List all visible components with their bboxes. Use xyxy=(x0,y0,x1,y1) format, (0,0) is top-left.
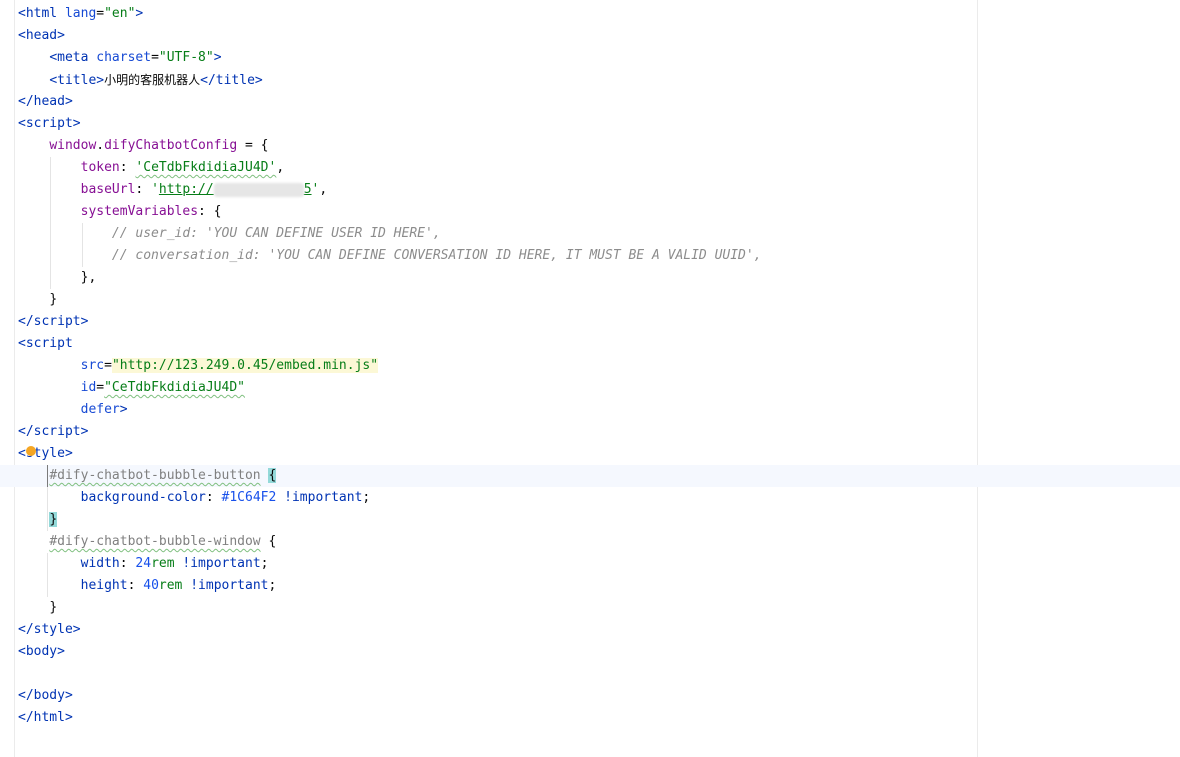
comment: // conversation_id: 'YOU CAN DEFINE CONV… xyxy=(111,248,762,263)
code-line-9[interactable]: baseUrl: 'http://5', xyxy=(18,179,1180,201)
comment: // user_id: 'YOU CAN DEFINE USER ID HERE… xyxy=(111,226,441,241)
code-line-20[interactable]: </script> xyxy=(18,421,1180,443)
indent-guide xyxy=(50,267,51,289)
indent-guide xyxy=(47,575,48,597)
code-line-23[interactable]: background-color: #1C64F2 !important; xyxy=(18,487,1180,509)
id-string: "CeTdbFkdidiaJU4D" xyxy=(104,380,245,395)
indent-guide xyxy=(50,201,51,223)
code-line-32[interactable]: </body> xyxy=(18,685,1180,707)
code-line-30[interactable]: <body> xyxy=(18,641,1180,663)
code-line-12[interactable]: // conversation_id: 'YOU CAN DEFINE CONV… xyxy=(18,245,1180,267)
code-line-16[interactable]: <script xyxy=(18,333,1180,355)
code-line-29[interactable]: </style> xyxy=(18,619,1180,641)
code-line-4[interactable]: <title>小明的客服机器人</title> xyxy=(18,69,1180,91)
indent-guide xyxy=(82,223,83,245)
code-line-27[interactable]: height: 40rem !important; xyxy=(18,575,1180,597)
code-line-8[interactable]: token: 'CeTdbFkdidiaJU4D', xyxy=(18,157,1180,179)
code-line-2[interactable]: <head> xyxy=(18,25,1180,47)
redacted-url-segment xyxy=(213,182,304,197)
indent-guide xyxy=(82,245,83,267)
indent-guide xyxy=(50,179,51,201)
base-url-link[interactable]: http:// xyxy=(159,182,214,197)
code-line-15[interactable]: </script> xyxy=(18,311,1180,333)
css-selector: #dify-chatbot-bubble-button xyxy=(49,468,261,483)
indent-guide xyxy=(47,487,48,509)
code-editor[interactable]: <html lang="en"> <head> <meta charset="U… xyxy=(0,3,1180,729)
code-line-31[interactable] xyxy=(18,663,1180,685)
warning-dot-icon[interactable] xyxy=(26,446,36,456)
code-line-25[interactable]: #dify-chatbot-bubble-window { xyxy=(18,531,1180,553)
code-line-19[interactable]: defer> xyxy=(18,399,1180,421)
code-line-26[interactable]: width: 24rem !important; xyxy=(18,553,1180,575)
tag-html: html xyxy=(25,6,58,21)
title-text: 小明的客服机器人 xyxy=(104,73,201,87)
code-line-14[interactable]: } xyxy=(18,289,1180,311)
code-line-6[interactable]: <script> xyxy=(18,113,1180,135)
code-line-3[interactable]: <meta charset="UTF-8"> xyxy=(18,47,1180,69)
code-line-24[interactable]: } xyxy=(18,509,1180,531)
indent-guide xyxy=(50,245,51,267)
indent-guide xyxy=(50,223,51,245)
code-line-28[interactable]: } xyxy=(18,597,1180,619)
embed-src-string: "http://123.249.0.45/embed.min.js" xyxy=(111,358,379,373)
code-line-11[interactable]: // user_id: 'YOU CAN DEFINE USER ID HERE… xyxy=(18,223,1180,245)
code-line-18[interactable]: id="CeTdbFkdidiaJU4D" xyxy=(18,377,1180,399)
indent-guide xyxy=(47,553,48,575)
code-line-17[interactable]: src="http://123.249.0.45/embed.min.js" xyxy=(18,355,1180,377)
css-selector: #dify-chatbot-bubble-window xyxy=(49,534,261,549)
code-line-10[interactable]: systemVariables: { xyxy=(18,201,1180,223)
code-line-22-current[interactable]: #dify-chatbot-bubble-button { xyxy=(0,465,1180,487)
base-url-link-end[interactable]: 5 xyxy=(304,182,312,197)
indent-guide xyxy=(50,157,51,179)
code-line-21[interactable]: <style> xyxy=(18,443,1180,465)
code-line-13[interactable]: }, xyxy=(18,267,1180,289)
code-line-1[interactable]: <html lang="en"> xyxy=(18,3,1180,25)
matched-brace: { xyxy=(268,468,277,483)
code-line-33[interactable]: </html> xyxy=(18,707,1180,729)
code-line-7[interactable]: window.difyChatbotConfig = { xyxy=(18,135,1180,157)
indent-guide xyxy=(47,509,48,531)
text-caret xyxy=(47,465,48,487)
matched-brace: } xyxy=(49,512,58,527)
code-line-5[interactable]: </head> xyxy=(18,91,1180,113)
token-string: 'CeTdbFkdidiaJU4D' xyxy=(135,160,277,175)
editor-gutter-border xyxy=(14,0,15,757)
